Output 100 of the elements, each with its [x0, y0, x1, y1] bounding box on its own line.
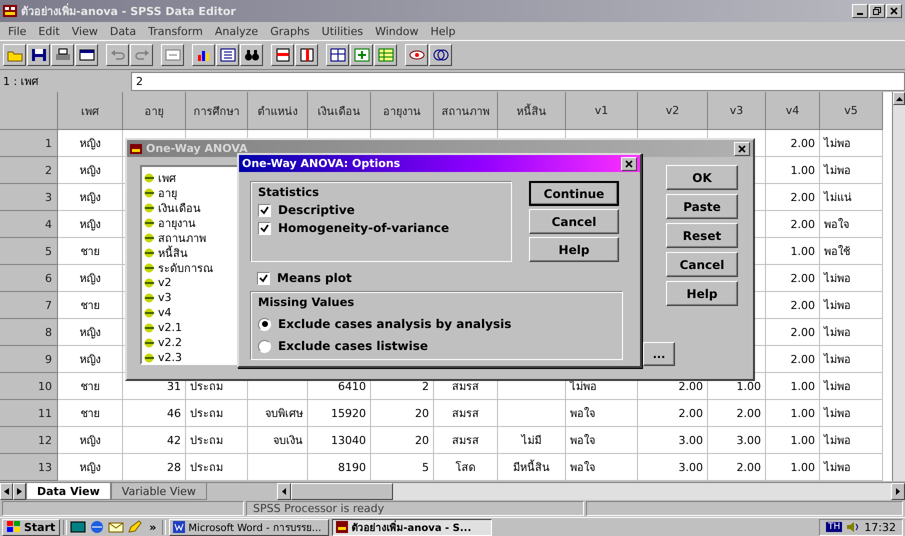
dialog-button[interactable]: Cancel [529, 209, 619, 234]
save-icon[interactable] [27, 44, 50, 66]
clock: 17:32 [864, 520, 896, 534]
dialog-button[interactable]: Reset [666, 223, 738, 248]
speaker-icon[interactable] [846, 521, 860, 533]
column-header[interactable]: หนี้สิน [498, 92, 566, 130]
print-icon[interactable] [51, 44, 74, 66]
sheet-tab[interactable]: Variable View [110, 483, 207, 500]
insert-column-icon[interactable] [295, 44, 318, 66]
row-header[interactable]: 3 [0, 184, 58, 211]
window-icon[interactable] [75, 44, 98, 66]
table-cell: ไม่แน่ [820, 184, 883, 211]
grid-icon[interactable] [374, 44, 397, 66]
menu-item[interactable]: Edit [38, 24, 60, 38]
row-header[interactable]: 8 [0, 319, 58, 346]
scroll-thumb[interactable] [290, 483, 393, 500]
menu-item[interactable]: Transform [148, 24, 203, 38]
dialog-button[interactable]: OK [666, 165, 738, 190]
menu-item[interactable]: Window [375, 24, 418, 38]
column-header[interactable]: v1 [566, 92, 638, 130]
menu-item[interactable]: File [8, 24, 26, 38]
next-sheet-icon[interactable] [13, 483, 26, 500]
row-header[interactable]: 10 [0, 373, 58, 400]
row-header[interactable]: 1 [0, 130, 58, 157]
column-header[interactable]: อายุงาน [371, 92, 434, 130]
row-header[interactable]: 12 [0, 427, 58, 454]
column-header[interactable]: ตำแหน่ง [248, 92, 308, 130]
menu-item[interactable]: Analyze [214, 24, 258, 38]
row-header[interactable]: 4 [0, 211, 58, 238]
horizontal-scrollbar[interactable] [276, 483, 905, 500]
column-header[interactable]: v5 [820, 92, 883, 130]
dialog-button[interactable]: Help [666, 281, 738, 306]
dialog-button[interactable]: Paste [666, 194, 738, 219]
radio-label[interactable]: Exclude cases listwise [278, 339, 428, 353]
table-cell: จบพิเศษ [248, 400, 308, 427]
close-icon[interactable] [621, 156, 637, 170]
checkbox[interactable] [258, 222, 271, 234]
checkbox[interactable] [258, 204, 271, 216]
undo-icon[interactable] [106, 44, 129, 66]
column-header[interactable]: เพศ [58, 92, 123, 130]
row-header[interactable]: 9 [0, 346, 58, 373]
column-header[interactable]: สถานภาพ [434, 92, 498, 130]
goto-icon[interactable] [161, 44, 184, 66]
more-icons-chevron[interactable]: » [146, 520, 160, 534]
column-header[interactable]: อายุ [123, 92, 186, 130]
eye-icon[interactable] [405, 44, 428, 66]
row-header[interactable]: 2 [0, 157, 58, 184]
radio-button[interactable] [258, 340, 271, 352]
minimize-icon[interactable] [852, 4, 868, 18]
menu-item[interactable]: Utilities [322, 24, 364, 38]
start-button[interactable]: Start [2, 518, 60, 536]
checkbox-label[interactable]: Means plot [277, 271, 352, 285]
redo-icon[interactable] [130, 44, 153, 66]
options-button[interactable]: ... [643, 342, 675, 366]
scroll-up-icon[interactable] [896, 96, 902, 100]
browser-icon[interactable] [89, 520, 106, 534]
cell-value-field[interactable]: 2 [131, 72, 905, 90]
vertical-scrollbar[interactable] [892, 92, 905, 481]
checkbox[interactable] [257, 272, 270, 284]
folder-icon[interactable] [3, 44, 26, 66]
column-header[interactable]: v2 [638, 92, 708, 130]
column-header[interactable]: การศึกษา [186, 92, 248, 130]
row-header[interactable]: 11 [0, 400, 58, 427]
column-header[interactable]: เงินเดือน [308, 92, 371, 130]
menu-item[interactable]: View [72, 24, 98, 38]
chart-icon[interactable] [192, 44, 215, 66]
sets-icon[interactable] [429, 44, 452, 66]
row-header[interactable]: 6 [0, 265, 58, 292]
insert-row-icon[interactable] [271, 44, 294, 66]
ruler-icon[interactable] [216, 44, 239, 66]
dialog-button[interactable]: Continue [529, 181, 619, 206]
taskbar-button[interactable]: ตัวอย่างเพิ่ม-anova - S... [332, 518, 492, 536]
dialog-button[interactable]: Cancel [666, 252, 738, 277]
menu-item[interactable]: Help [430, 24, 456, 38]
scale-icon[interactable] [350, 44, 373, 66]
pencil-icon[interactable] [127, 520, 144, 534]
row-header[interactable]: 7 [0, 292, 58, 319]
row-header[interactable]: 5 [0, 238, 58, 265]
close-icon[interactable] [886, 4, 902, 18]
first-sheet-icon[interactable] [0, 483, 13, 500]
binoculars-icon[interactable] [240, 44, 263, 66]
menu-item[interactable]: Graphs [270, 24, 310, 38]
dialog-button[interactable]: Help [529, 237, 619, 262]
column-header[interactable]: v3 [708, 92, 766, 130]
desktop-icon[interactable] [70, 520, 86, 534]
menu-item[interactable]: Data [110, 24, 136, 38]
checkbox-label[interactable]: Descriptive [278, 203, 355, 217]
sheet-tab[interactable]: Data View [26, 483, 111, 500]
scroll-left-icon[interactable] [282, 488, 286, 495]
checkbox-label[interactable]: Homogeneity-of-variance [278, 221, 450, 235]
restore-icon[interactable] [869, 4, 885, 18]
mail-icon[interactable] [108, 520, 124, 534]
radio-button[interactable] [258, 318, 271, 330]
taskbar-button[interactable]: Microsoft Word - การบรรย... [169, 518, 330, 536]
scroll-right-icon[interactable] [896, 488, 900, 495]
row-header[interactable]: 13 [0, 454, 58, 481]
language-indicator[interactable]: TH [826, 522, 842, 532]
column-header[interactable]: v4 [766, 92, 820, 130]
radio-label[interactable]: Exclude cases analysis by analysis [278, 317, 512, 331]
split-icon[interactable] [326, 44, 349, 66]
